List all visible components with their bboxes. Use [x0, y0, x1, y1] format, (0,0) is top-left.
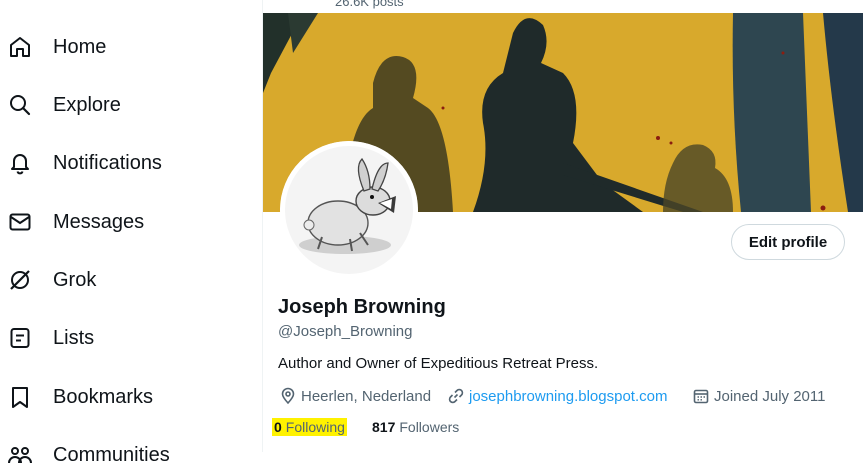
sidebar-nav: Home Explore Notifications Messages Grok… — [0, 0, 262, 466]
envelope-icon — [8, 210, 32, 234]
profile-location: Heerlen, Nederland — [279, 385, 431, 407]
profile-website[interactable]: josephbrowning.blogspot.com — [447, 385, 667, 407]
followers-count: 817 — [372, 419, 396, 435]
joined-text: Joined July 2011 — [714, 387, 826, 405]
profile-joined: Joined July 2011 — [692, 385, 825, 407]
sidebar-item-lists[interactable]: Lists — [0, 318, 240, 358]
sidebar-item-messages[interactable]: Messages — [0, 202, 240, 242]
x-logo-icon[interactable] — [8, 0, 32, 6]
following-link[interactable]: 0 Following — [272, 417, 347, 437]
sidebar-item-label: Explore — [53, 93, 121, 116]
communities-icon — [8, 443, 32, 467]
sidebar-item-bookmarks[interactable]: Bookmarks — [0, 377, 240, 417]
bookmark-icon — [8, 385, 32, 409]
sidebar-item-label: Bookmarks — [53, 385, 154, 408]
calendar-icon — [692, 387, 710, 405]
sidebar-item-grok[interactable]: Grok — [0, 260, 240, 300]
list-icon — [8, 326, 32, 350]
posts-count: 26.6K posts — [335, 0, 404, 9]
home-icon — [8, 35, 32, 59]
sidebar-item-label: Home — [53, 35, 107, 58]
sidebar-item-explore[interactable]: Explore — [0, 85, 240, 125]
location-text: Heerlen, Nederland — [301, 387, 432, 405]
sidebar-item-label: Notifications — [53, 151, 162, 174]
sidebar-item-notifications[interactable]: Notifications — [0, 143, 240, 183]
sidebar-item-home[interactable]: Home — [0, 27, 240, 67]
website-link[interactable]: josephbrowning.blogspot.com — [469, 388, 667, 405]
sidebar-item-communities[interactable]: Communities — [0, 435, 240, 475]
sidebar-item-label: Grok — [53, 268, 97, 291]
bell-icon — [8, 151, 32, 175]
sidebar-item-label: Messages — [53, 210, 145, 233]
followers-label: Followers — [399, 419, 460, 435]
sidebar-item-label: Lists — [53, 326, 95, 349]
following-count: 0 — [274, 419, 282, 435]
grok-icon — [8, 268, 32, 292]
edit-profile-button[interactable]: Edit profile — [731, 224, 845, 260]
following-highlight: 0 Following — [272, 418, 347, 436]
profile-column: 26.6K posts Edit profile Joseph Browning… — [263, 0, 863, 452]
profile-name: Joseph Browning — [278, 296, 446, 318]
profile-handle: @Joseph_Browning — [278, 323, 413, 340]
followers-link[interactable]: 817 Followers — [372, 417, 459, 437]
location-pin-icon — [279, 387, 297, 405]
avatar[interactable] — [280, 141, 418, 279]
following-label: Following — [285, 419, 345, 435]
profile-bio: Author and Owner of Expeditious Retreat … — [278, 355, 599, 372]
link-icon — [447, 387, 465, 405]
search-icon — [8, 93, 32, 117]
sidebar-item-label: Communities — [53, 443, 170, 466]
